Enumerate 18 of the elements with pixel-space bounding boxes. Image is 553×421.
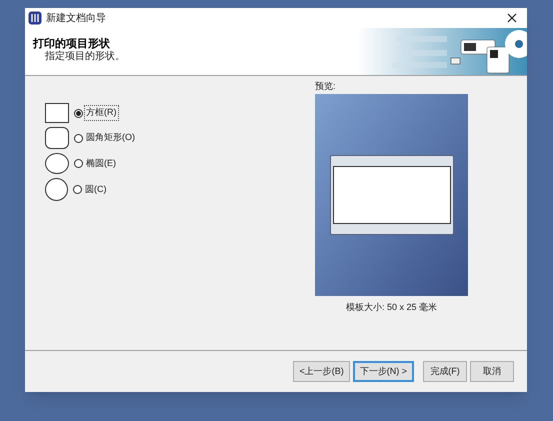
dialog-button[interactable]: 下一步(N) > — [352, 361, 414, 382]
window-title: 新建文档向导 — [46, 12, 106, 26]
preview-label: 预览: — [315, 81, 337, 92]
header-title: 打印的项目形状 — [33, 38, 111, 50]
dialog-button[interactable]: 取消 — [470, 361, 514, 382]
close-icon[interactable] — [507, 13, 517, 23]
shape-radio[interactable]: 圆角矩形(O) — [74, 131, 137, 145]
dialog-button[interactable]: 完成(F) — [423, 361, 467, 382]
shape-preview-icon — [45, 127, 69, 149]
dialog-button[interactable]: <上一步(B) — [293, 361, 350, 382]
shape-radio[interactable]: 圆(C) — [73, 182, 108, 196]
shape-preview-icon — [45, 178, 68, 201]
app-icon — [28, 11, 42, 25]
template-size-label: 模板大小: 50 x 25 毫米 — [344, 301, 438, 314]
shape-preview-icon — [45, 153, 69, 174]
shape-preview-icon — [45, 103, 69, 123]
shape-radio[interactable]: 椭圆(E) — [74, 156, 118, 170]
header-subtitle: 指定项目的形状。 — [44, 51, 125, 63]
